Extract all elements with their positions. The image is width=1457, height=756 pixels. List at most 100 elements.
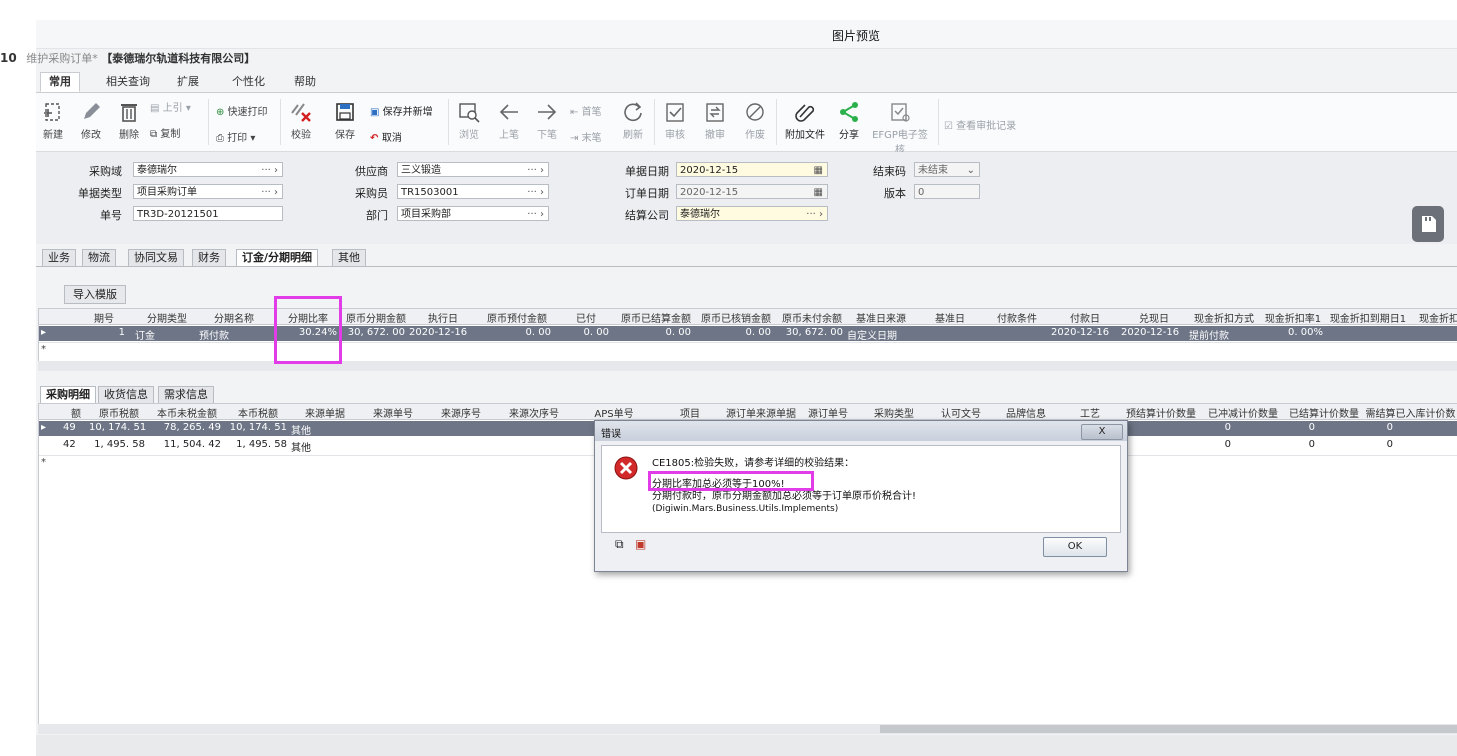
close-code-field[interactable]: 未结束 ⌄: [914, 162, 980, 177]
horizontal-scrollbar[interactable]: [38, 361, 1457, 371]
tab-finance[interactable]: 财务: [192, 249, 226, 267]
print-button[interactable]: ⎙ 打印 ▾: [216, 129, 276, 144]
menu-tab-personalize[interactable]: 个性化: [232, 73, 265, 91]
save-button[interactable]: 保存: [330, 101, 360, 141]
doc-type-field[interactable]: 项目采购订单 ··· ›: [133, 184, 283, 199]
prev-ref-button[interactable]: ▤ 上引 ▾: [150, 99, 200, 114]
close-code-label: 结束码: [873, 165, 906, 178]
detail-cell: 0: [1386, 439, 1393, 450]
refresh-icon: [624, 102, 642, 122]
order-date-field[interactable]: 2020-12-15 ▦: [676, 184, 828, 199]
browse-button[interactable]: 浏览: [454, 101, 484, 141]
dept-field[interactable]: 项目采购部 ··· ›: [397, 206, 549, 221]
paperclip-icon: [795, 104, 815, 122]
save-new-button[interactable]: ▣ 保存并新增: [370, 103, 450, 118]
copy-message-icon[interactable]: ⧉: [615, 537, 624, 552]
tab-logistics[interactable]: 物流: [82, 249, 116, 267]
dialog-close-button[interactable]: X: [1081, 424, 1123, 440]
doc-date-value: 2020-12-15: [680, 165, 739, 176]
new-button[interactable]: 新建: [38, 101, 68, 141]
calendar-icon[interactable]: ▦: [814, 185, 823, 198]
edit-button[interactable]: 修改: [76, 101, 106, 141]
unapprove-button[interactable]: 撤审: [700, 101, 730, 141]
detail-header-cell: 采购类型: [874, 409, 914, 420]
attach-label: 附加文件: [785, 130, 825, 141]
detail-header-cell: 源订单来源单据: [726, 409, 796, 420]
attach-button[interactable]: 附加文件: [780, 101, 830, 141]
menu-tab-help[interactable]: 帮助: [294, 73, 316, 91]
detail-cell: 49: [63, 422, 76, 433]
version-field[interactable]: 0: [914, 184, 980, 199]
menu-tab-extend[interactable]: 扩展: [177, 73, 199, 91]
upper-tab-bar: 业务 物流 协同文易 财务 订金/分期明细 其他: [36, 249, 436, 267]
doc-no-field[interactable]: TR3D-20121501: [133, 206, 283, 221]
detail-cell: 10, 174. 51: [229, 422, 287, 433]
detail-cell: 其他: [291, 443, 311, 454]
buyer-field[interactable]: TR1503001 ··· ›: [397, 184, 549, 199]
lookup-icon[interactable]: ··· ›: [261, 185, 278, 198]
first-icon: ⇤: [570, 107, 582, 118]
order-date-value: 2020-12-15: [680, 187, 739, 198]
installment-header-cell: 执行日: [428, 314, 458, 325]
doc-date-field[interactable]: 2020-12-15 ▦: [676, 162, 828, 177]
tab-deposit-installments[interactable]: 订金/分期明细: [236, 249, 319, 267]
import-template-button[interactable]: 导入模版: [64, 285, 126, 304]
copy-button[interactable]: ⧉ 复制: [150, 125, 200, 140]
settle-company-field[interactable]: 泰德瑞尔 ··· ›: [676, 206, 828, 221]
document-title-bar: 10 维护采购订单* 【泰德瑞尔轨道科技有限公司】: [0, 50, 255, 66]
ok-button[interactable]: OK: [1043, 537, 1107, 557]
save-message-icon[interactable]: ▣: [635, 537, 646, 551]
new-row[interactable]: *: [39, 342, 1457, 358]
tab-purchase-detail[interactable]: 采购明细: [40, 386, 96, 404]
new-doc-icon: [44, 103, 60, 121]
error-icon: [614, 456, 638, 480]
doc-prefix: 10: [0, 51, 17, 65]
arrow-right-icon: [538, 104, 557, 120]
error-line-3: 分期付款时，原币分期金额加总必须等于订单原币价税合计!: [652, 491, 917, 502]
approve-button[interactable]: 审核: [660, 101, 690, 141]
validate-button[interactable]: 校验: [286, 101, 316, 141]
menu-tab-related-query[interactable]: 相关查询: [106, 73, 150, 91]
scrollbar-thumb[interactable]: [880, 725, 1457, 733]
share-button[interactable]: 分享: [834, 101, 864, 141]
lookup-icon[interactable]: ··· ›: [806, 207, 823, 220]
supplier-field[interactable]: 三义锻造 ··· ›: [397, 162, 549, 177]
installment-cell: 订金: [135, 331, 155, 342]
installment-cell: 0: [1409, 327, 1457, 338]
menu-tab-common[interactable]: 常用: [40, 72, 80, 92]
tab-collab-trade[interactable]: 协同文易: [128, 249, 184, 267]
prev-button[interactable]: 上笔: [494, 101, 524, 141]
lookup-icon[interactable]: ··· ›: [261, 163, 278, 176]
efgp-sign-button[interactable]: EFGP电子签核: [868, 101, 932, 156]
purchase-domain-field[interactable]: 泰德瑞尔 ··· ›: [133, 162, 283, 177]
calendar-icon[interactable]: ▦: [814, 163, 823, 176]
last-button[interactable]: ⇥ 末笔: [570, 129, 614, 144]
detail-header-cell: 项目: [680, 409, 700, 420]
detail-header-cell: 源订单号: [808, 409, 848, 420]
tab-business[interactable]: 业务: [42, 249, 76, 267]
tab-demand-info[interactable]: 需求信息: [158, 386, 214, 404]
detail-horizontal-scrollbar[interactable]: [38, 724, 1457, 734]
quick-print-button[interactable]: ⊕ 快速打印: [216, 103, 282, 118]
tab-receipt-info[interactable]: 收货信息: [98, 386, 154, 404]
delete-button[interactable]: 删除: [114, 101, 144, 141]
installment-cell: 2020-12-16: [409, 327, 468, 338]
chevron-down-icon[interactable]: ⌄: [967, 163, 975, 176]
void-button[interactable]: 作废: [740, 101, 770, 141]
approval-log-button[interactable]: ☑ 查看审批记录: [944, 117, 1044, 132]
installment-header-cell: 已付: [576, 314, 596, 325]
refresh-button[interactable]: 刷新: [618, 101, 648, 141]
next-button[interactable]: 下笔: [532, 101, 562, 141]
pencil-icon: [84, 103, 100, 119]
lookup-icon[interactable]: ··· ›: [527, 185, 544, 198]
lookup-icon[interactable]: ··· ›: [527, 163, 544, 176]
tab-other[interactable]: 其他: [332, 249, 366, 267]
installment-header-cell: 原币预付金额: [487, 314, 547, 325]
first-button[interactable]: ⇤ 首笔: [570, 103, 614, 118]
side-panel-button[interactable]: [1412, 206, 1444, 242]
table-row[interactable]: ▸ 1 订金 预付款 30.24% 30, 672. 00 2020-12-16 0. 00 0…: [39, 326, 1457, 342]
cancel-button[interactable]: ↶ 取消: [370, 129, 430, 144]
installment-cell: 提前付款: [1189, 331, 1229, 342]
installment-header-cell: 分期类型: [147, 314, 187, 325]
lookup-icon[interactable]: ··· ›: [527, 207, 544, 220]
